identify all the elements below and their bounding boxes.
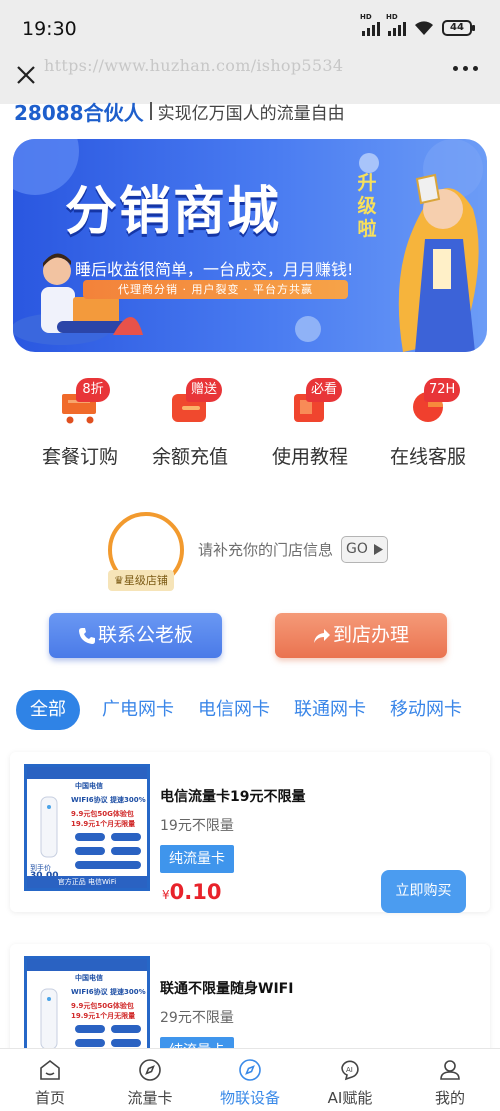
tab-all[interactable]: 全部 [16, 690, 80, 730]
play-icon [374, 544, 383, 555]
share-icon [313, 628, 330, 643]
product-subtitle: 19元不限量 [160, 818, 234, 834]
bottom-tab-bar: 首页 流量卡 物联设备 AI AI赋能 我的 [0, 1048, 500, 1111]
product-price: ¥0.10 [162, 880, 222, 904]
ai-icon: AI [341, 1060, 359, 1081]
quick-item-badge: 赠送 [186, 378, 223, 402]
store-level-tag: ♛星级店铺 [108, 570, 174, 591]
wifi-device-image [40, 988, 58, 1050]
wifi-icon [415, 21, 433, 35]
promo-banner[interactable]: 分销商城 升级啦 睡后收益很简单，一台成交，月月赚钱! 代理商分销 · 用户裂变… [13, 139, 487, 352]
partner-title: 28088合伙人 [14, 100, 144, 125]
phone-icon [78, 627, 95, 644]
tabbar-profile[interactable]: 我的 [400, 1049, 500, 1111]
product-subtitle: 29元不限量 [160, 1010, 234, 1026]
signal-icon: HD [360, 13, 380, 36]
home-icon [40, 1059, 60, 1080]
quick-item-label: 套餐订购 [41, 446, 118, 468]
category-tabs: 全部 广电网卡 电信网卡 联通网卡 移动网卡 [0, 690, 500, 734]
partner-strip: 28088合伙人 实现亿万国人的流量自由 [14, 96, 345, 126]
quick-item-badge: 8折 [76, 378, 110, 402]
product-title: 电信流量卡19元不限量 [160, 789, 306, 805]
tabbar-iot-devices[interactable]: 物联设备 [200, 1049, 300, 1111]
crown-icon: ♛ [114, 574, 124, 587]
page-url: https://www.huzhan.com/ishop5534 [44, 56, 344, 75]
tab-telecom-card[interactable]: 电信网卡 [198, 690, 270, 730]
quick-item-recharge[interactable]: 赠送 余额充值 [130, 378, 250, 470]
signal-icon: HD [386, 13, 406, 36]
tabbar-data-card[interactable]: 流量卡 [100, 1049, 200, 1111]
banner-title: 分销商城 [65, 182, 282, 242]
quick-item-order[interactable]: 8折 套餐订购 [20, 378, 140, 470]
banner-subtitle: 睡后收益很简单，一台成交，月月赚钱! [75, 260, 354, 279]
wifi-device-image [40, 796, 58, 858]
partner-slogan: 实现亿万国人的流量自由 [157, 103, 345, 124]
user-icon [440, 1060, 460, 1080]
quick-item-badge: 72H [424, 378, 461, 402]
contact-boss-button[interactable]: 联系公老板 [49, 613, 222, 658]
banner-strip: 代理商分销 · 用户裂变 · 平台方共赢 [83, 280, 348, 299]
quick-item-badge: 必看 [306, 378, 343, 402]
quick-item-label: 在线客服 [389, 446, 466, 468]
quick-item-label: 余额充值 [151, 446, 228, 468]
battery-icon: 44 [442, 20, 475, 36]
product-card[interactable]: 中国电信 WIFI6协议 提速300% 9.9元包50G体验包 19.9元1个月… [10, 752, 490, 913]
banner-badge: 升级啦 [357, 172, 377, 240]
visit-store-button[interactable]: 到店办理 [275, 613, 447, 658]
tab-unicom-card[interactable]: 联通网卡 [294, 690, 366, 730]
store-go-button[interactable]: GO [341, 536, 388, 563]
product-tag: 纯流量卡 [160, 845, 234, 873]
compass-icon [139, 1059, 161, 1081]
more-icon[interactable] [453, 66, 478, 71]
svg-text:AI: AI [346, 1066, 353, 1074]
close-icon[interactable] [14, 63, 38, 87]
quick-item-tutorial[interactable]: 必看 使用教程 [250, 378, 370, 470]
quick-item-support[interactable]: 72H 在线客服 [368, 378, 488, 470]
store-prompt: 请补充你的门店信息 [198, 541, 334, 559]
status-icons: HD HD 44 [360, 13, 475, 36]
product-image: 中国电信 WIFI6协议 提速300% 9.9元包50G体验包 19.9元1个月… [24, 764, 150, 891]
product-title: 联通不限量随身WIFI [160, 981, 294, 997]
tab-broadcast-card[interactable]: 广电网卡 [102, 690, 174, 730]
buy-now-button[interactable]: 立即购买 [381, 870, 466, 913]
tab-mobile-card[interactable]: 移动网卡 [390, 690, 462, 730]
quick-menu: 8折 套餐订购 赠送 余额充值 必看 使用教程 72H 在线客服 [0, 378, 500, 470]
tabbar-ai[interactable]: AI AI赋能 [300, 1049, 400, 1111]
tabbar-home[interactable]: 首页 [0, 1049, 100, 1111]
compass-icon [239, 1059, 261, 1081]
status-time: 19:30 [22, 18, 77, 40]
divider [149, 102, 152, 120]
status-bar: 19:30 HD HD 44 [0, 0, 500, 56]
quick-item-label: 使用教程 [271, 446, 348, 468]
